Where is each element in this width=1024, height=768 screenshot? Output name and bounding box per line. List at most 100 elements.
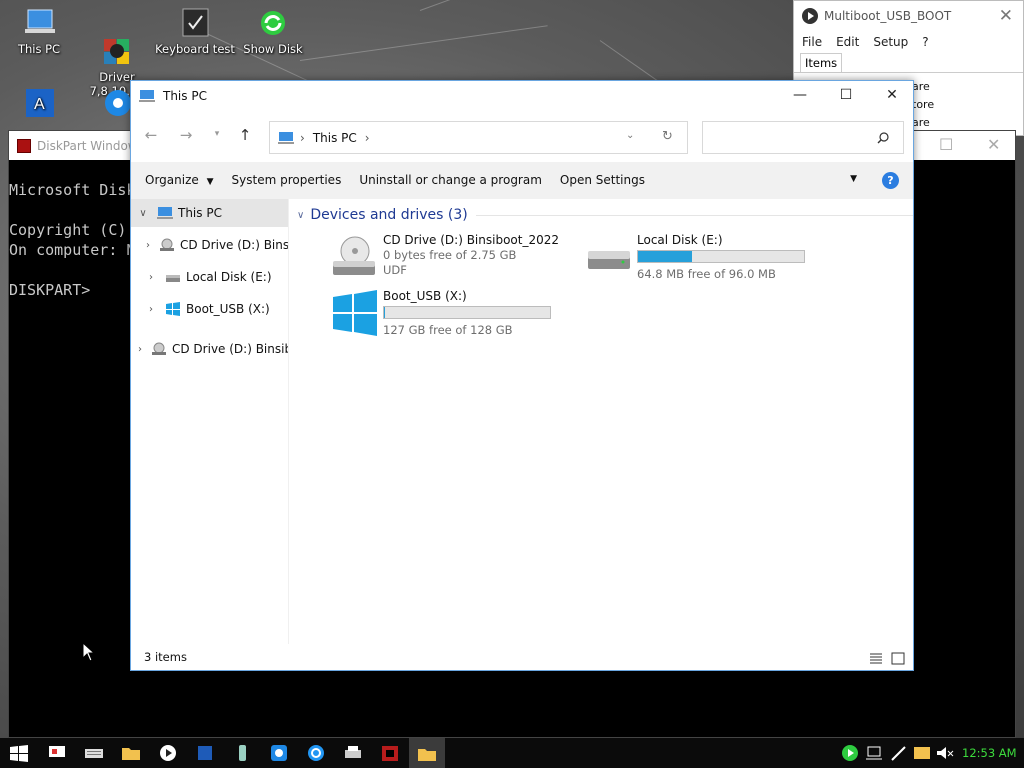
explorer-titlebar[interactable]: This PC — ☐ ✕ xyxy=(131,81,913,110)
gear-icon xyxy=(100,88,134,118)
drive-free-space: 127 GB free of 128 GB xyxy=(383,323,513,337)
recent-chevron-icon[interactable]: ▾ xyxy=(207,129,227,139)
chevron-right-icon[interactable]: › xyxy=(146,272,156,283)
forward-arrow-icon[interactable]: → xyxy=(176,126,196,144)
tiles-view-icon[interactable] xyxy=(891,652,905,665)
nav-item-this-pc[interactable]: ∨ This PC xyxy=(131,199,288,227)
desktop-icon-show-disk[interactable]: Show Disk xyxy=(233,8,313,56)
breadcrumb-chevron-icon[interactable]: › xyxy=(365,131,370,145)
content-pane: ∨ Devices and drives (3) CD Drive (D:) B… xyxy=(291,199,913,644)
nav-item-cd-drive[interactable]: › CD Drive (D:) Binsiboot_2022 xyxy=(131,231,288,259)
keyboard-layout-icon[interactable] xyxy=(911,743,933,763)
network-icon[interactable] xyxy=(864,743,886,763)
back-arrow-icon[interactable]: ← xyxy=(141,126,161,144)
menu-file[interactable]: File xyxy=(802,35,822,49)
group-header-label: Devices and drives (3) xyxy=(310,207,468,223)
volume-muted-icon[interactable] xyxy=(934,743,956,763)
drive-tile-local-disk[interactable]: Local Disk (E:) 64.8 MB free of 96.0 MB xyxy=(585,233,805,282)
this-pc-icon xyxy=(139,89,155,102)
presentation-icon[interactable] xyxy=(46,743,68,763)
hard-drive-icon xyxy=(165,270,181,284)
refresh-circle-icon[interactable] xyxy=(305,743,327,763)
app-blue-icon[interactable] xyxy=(194,743,216,763)
list-item[interactable]: are xyxy=(912,78,934,96)
drive-tile-cd[interactable]: CD Drive (D:) Binsiboot_2022 0 bytes fre… xyxy=(331,233,559,281)
usb-icon[interactable] xyxy=(231,743,253,763)
keyboard-icon[interactable] xyxy=(83,743,105,763)
chevron-right-icon[interactable]: › xyxy=(146,304,156,315)
hard-drive-icon xyxy=(585,233,633,281)
play-icon[interactable] xyxy=(157,743,179,763)
command-overflow-icon[interactable]: ▼ xyxy=(850,174,857,184)
breadcrumb-this-pc[interactable]: This PC xyxy=(313,131,357,145)
close-button[interactable]: ✕ xyxy=(869,81,915,110)
clock[interactable]: 12:53 AM xyxy=(962,746,1017,760)
nav-item-boot-usb[interactable]: › Boot_USB (X:) xyxy=(131,295,288,323)
tray-play-icon[interactable] xyxy=(839,743,861,763)
drive-info: Local Disk (E:) 64.8 MB free of 96.0 MB xyxy=(637,233,805,282)
close-icon[interactable]: ✕ xyxy=(999,6,1013,26)
drive-filesystem: UDF xyxy=(383,263,407,277)
help-icon[interactable]: ? xyxy=(882,172,899,189)
refresh-green-icon xyxy=(256,8,290,38)
nav-item-label: CD Drive (D:) Binsiboot_2022 xyxy=(172,342,288,356)
group-header-devices[interactable]: ∨ Devices and drives (3) xyxy=(297,206,913,224)
nav-item-label: Local Disk (E:) xyxy=(186,270,272,284)
start-windows-icon[interactable] xyxy=(8,743,30,763)
play-icon xyxy=(802,8,818,24)
drive-tile-boot-usb[interactable]: Boot_USB (X:) 127 GB free of 128 GB xyxy=(331,289,551,338)
system-properties-button[interactable]: System properties xyxy=(223,162,351,199)
drive-free-space: 0 bytes free of 2.75 GB xyxy=(383,248,517,262)
nav-item-label: Boot_USB (X:) xyxy=(186,302,270,316)
explorer-taskbar-button[interactable] xyxy=(409,738,445,768)
address-dropdown-icon[interactable]: ⌄ xyxy=(626,130,634,141)
chevron-right-icon[interactable]: › xyxy=(146,240,150,251)
address-bar[interactable]: › This PC › ⌄ ↻ xyxy=(269,121,688,154)
refresh-icon[interactable]: ↻ xyxy=(662,129,673,144)
uninstall-program-button[interactable]: Uninstall or change a program xyxy=(350,162,551,199)
pen-icon[interactable] xyxy=(888,743,910,763)
close-icon[interactable]: ✕ xyxy=(987,135,1000,154)
maximize-icon[interactable]: ☐ xyxy=(939,135,953,154)
diskpart-taskbar-icon[interactable] xyxy=(379,743,401,763)
maximize-button[interactable]: ☐ xyxy=(823,81,869,110)
desktop-icon-app-a[interactable]: A xyxy=(0,88,79,122)
organize-button[interactable]: Organize ▼ xyxy=(131,162,223,199)
menu-edit[interactable]: Edit xyxy=(836,35,859,49)
chevron-down-icon[interactable]: ∨ xyxy=(297,210,304,221)
windows-logo-icon xyxy=(331,289,379,337)
nav-item-local-disk[interactable]: › Local Disk (E:) xyxy=(131,263,288,291)
chevron-down-icon[interactable]: ∨ xyxy=(138,208,148,219)
details-view-icon[interactable] xyxy=(869,652,883,665)
search-input[interactable] xyxy=(702,121,904,154)
multiboot-list: are tore are xyxy=(912,78,934,132)
drive-info: CD Drive (D:) Binsiboot_2022 0 bytes fre… xyxy=(383,233,559,281)
tab-items[interactable]: Items xyxy=(800,53,843,72)
windows-logo-icon xyxy=(165,302,181,316)
keyboard-test-icon xyxy=(178,8,212,38)
desktop-icon-this-pc[interactable]: This PC xyxy=(0,8,79,56)
up-arrow-icon[interactable]: ↑ xyxy=(235,126,255,144)
menu-help[interactable]: ? xyxy=(922,35,928,49)
this-pc-icon xyxy=(278,131,294,144)
explorer-window[interactable]: This PC — ☐ ✕ ← → ▾ ↑ › This PC › ⌄ ↻ Or… xyxy=(130,80,914,671)
organize-label: Organize xyxy=(145,173,199,187)
window-title: This PC xyxy=(163,88,207,103)
drive-name: CD Drive (D:) Binsiboot_2022 xyxy=(383,233,560,247)
item-count: 3 items xyxy=(144,650,187,664)
computer-icon xyxy=(22,8,56,38)
chevron-right-icon[interactable]: › xyxy=(138,344,142,355)
nav-item-cd-drive-root[interactable]: › CD Drive (D:) Binsiboot_2022 xyxy=(131,335,288,363)
printer-icon[interactable] xyxy=(342,743,364,763)
minimize-button[interactable]: — xyxy=(777,81,823,110)
multiboot-title: Multiboot_USB_BOOT xyxy=(824,9,952,23)
desktop-icon-keyboard-test[interactable]: Keyboard test xyxy=(155,8,235,56)
list-item[interactable]: tore xyxy=(912,96,934,114)
drive-free-space: 64.8 MB free of 96.0 MB xyxy=(637,267,776,281)
settings-blue-icon[interactable] xyxy=(268,743,290,763)
multiboot-titlebar[interactable]: Multiboot_USB_BOOT ✕ xyxy=(794,1,1023,31)
menu-setup[interactable]: Setup xyxy=(873,35,908,49)
drive-info: Boot_USB (X:) 127 GB free of 128 GB xyxy=(383,289,551,338)
folder-icon[interactable] xyxy=(120,743,142,763)
open-settings-button[interactable]: Open Settings xyxy=(551,162,654,199)
